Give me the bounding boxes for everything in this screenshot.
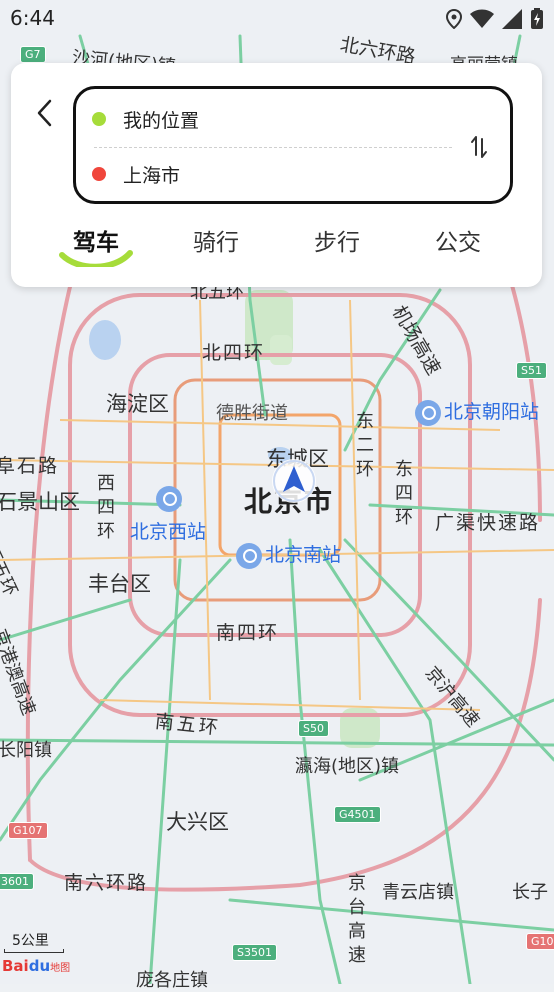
destination-dot <box>92 167 106 181</box>
map-label-road: 东二环 <box>356 411 374 480</box>
tab-label: 公交 <box>435 230 481 256</box>
status-icons <box>446 8 544 30</box>
road-shield: S50 <box>298 720 329 737</box>
tab-label: 驾车 <box>73 230 119 256</box>
train-station-icon <box>236 542 262 569</box>
status-time: 6:44 <box>10 6 55 30</box>
tab-driving[interactable]: 驾车 <box>46 223 146 269</box>
map-label-town: 长子 <box>512 882 548 903</box>
map-label-road: 阜石路 <box>0 455 60 477</box>
train-station-icon <box>156 486 182 512</box>
swap-route-button[interactable] <box>466 133 492 161</box>
road-shield: G4501 <box>334 806 381 823</box>
destination-label: 上海市 <box>123 164 181 187</box>
logo-mark: du <box>28 957 51 975</box>
chevron-left-icon <box>37 99 52 127</box>
back-button[interactable] <box>29 93 59 133</box>
map-label-station: 北京朝阳站 <box>415 397 539 426</box>
map-label-road: 南六环路 <box>64 872 149 894</box>
park-area <box>270 335 292 365</box>
wifi-icon <box>470 9 494 28</box>
road-shield: G7 <box>20 46 46 63</box>
travel-mode-tabs: 驾车 骑行 步行 公交 <box>11 223 542 273</box>
map-label-street: 德胜街道 <box>216 403 288 424</box>
tab-label: 步行 <box>314 230 360 256</box>
origin-field[interactable]: 我的位置 <box>92 104 199 134</box>
map-label-district: 大兴区 <box>166 810 229 834</box>
scale-bar <box>4 949 64 953</box>
destination-field[interactable]: 上海市 <box>92 159 180 189</box>
map-label-road: 南四环 <box>216 622 280 644</box>
lake <box>89 320 121 360</box>
map-label-town: 庞各庄镇 <box>136 970 208 991</box>
map-label-road: 北四环 <box>202 342 266 364</box>
signal-icon <box>502 9 522 29</box>
tab-label: 骑行 <box>193 230 239 256</box>
battery-icon <box>531 8 543 29</box>
map-label-station <box>156 486 185 512</box>
tab-transit[interactable]: 公交 <box>408 223 508 269</box>
logo-brand: Bai <box>2 957 29 975</box>
road-shield: S3501 <box>232 944 277 961</box>
map-label-road: 京台高速 <box>348 873 366 966</box>
train-station-icon <box>415 399 441 426</box>
route-input-box: 我的位置 上海市 <box>73 86 513 204</box>
current-location-marker[interactable] <box>271 458 317 504</box>
scale-label: 5公里 <box>12 933 49 949</box>
map-label-road: 西四环 <box>97 473 115 542</box>
tab-cycling[interactable]: 骑行 <box>166 223 266 269</box>
logo-tail: 地图 <box>50 963 71 974</box>
swap-icon <box>471 136 487 158</box>
road-shield: 3601 <box>0 873 34 890</box>
tab-walking[interactable]: 步行 <box>287 223 387 269</box>
map-label-road: 东四环 <box>395 459 413 528</box>
map-label-town: 青云店镇 <box>382 882 454 903</box>
origin-dot <box>92 112 106 126</box>
road-shield: G107 <box>8 822 48 839</box>
road-shield: S51 <box>516 362 547 379</box>
map-label-town: 瀛海(地区)镇 <box>295 756 400 777</box>
map-label-road: 广渠快速路 <box>435 512 541 534</box>
map-label-station: 北京南站 <box>236 540 341 569</box>
route-card: 我的位置 上海市 驾车 骑行 步行 公交 <box>11 63 542 287</box>
map-label-district: 丰台区 <box>88 572 151 596</box>
map-label-town: 长阳镇 <box>0 740 52 761</box>
map-label-district: 海淀区 <box>106 392 169 416</box>
route-divider <box>94 147 452 148</box>
road-shield: G104 <box>526 933 554 950</box>
map-label-district: 石景山区 <box>0 490 80 514</box>
origin-label: 我的位置 <box>123 109 200 132</box>
map-label-station: 北京西站 <box>130 521 207 543</box>
location-status-icon <box>446 9 462 29</box>
baidu-map-logo: Baidu地图 <box>2 957 70 975</box>
status-bar: 6:44 <box>0 0 554 36</box>
